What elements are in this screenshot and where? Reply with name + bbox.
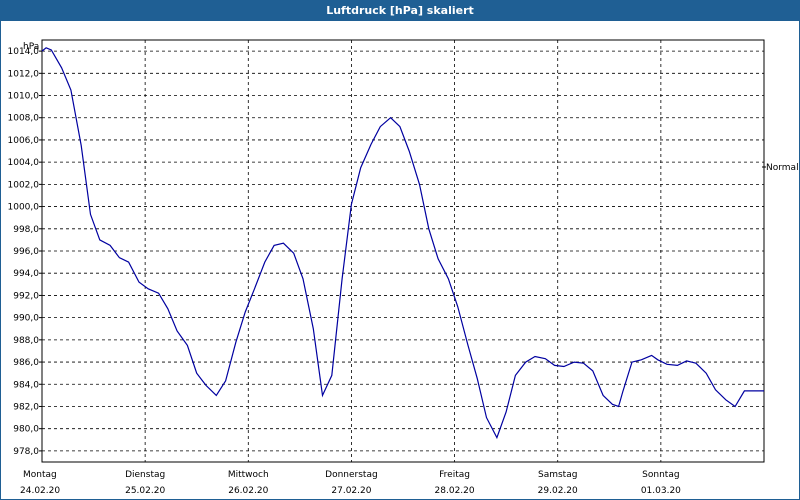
y-tick-label: 990,0 bbox=[13, 314, 39, 324]
day-date-label: 29.02.20 bbox=[538, 486, 578, 496]
y-tick-label: 1012,0 bbox=[8, 69, 40, 79]
y-tick-label: 984,0 bbox=[13, 380, 39, 390]
y-tick-label: 1004,0 bbox=[8, 158, 40, 168]
day-name-label: Dienstag bbox=[125, 470, 165, 480]
day-date-label: 26.02.20 bbox=[228, 486, 268, 496]
y-tick-label: 1000,0 bbox=[8, 203, 40, 213]
day-date-label: 01.03.20 bbox=[641, 486, 681, 496]
pressure-chart: 978,0 980,0 982,0 984,0 986,0 988,0 990,0 992,0… bbox=[8, 39, 799, 496]
day-name-label: Donnerstag bbox=[325, 470, 378, 480]
chart-window: Luftdruck [hPa] skaliert 978,0 980,0 982,0… bbox=[0, 0, 800, 500]
day-date-label: 27.02.20 bbox=[331, 486, 371, 496]
y-tick-label: 978,0 bbox=[13, 447, 39, 457]
day-name-label: Sonntag bbox=[642, 470, 679, 480]
y-tick-label: 998,0 bbox=[13, 225, 39, 235]
day-date-label: 28.02.20 bbox=[435, 486, 475, 496]
day-date-label: 25.02.20 bbox=[125, 486, 165, 496]
y-axis-unit: hPa bbox=[23, 42, 39, 52]
y-tick-label: 986,0 bbox=[13, 358, 39, 368]
y-tick-labels: 978,0 980,0 982,0 984,0 986,0 988,0 990,0 992,0… bbox=[8, 47, 40, 457]
x-day-labels: Montag 24.02.20 Dienstag 25.02.20 Mittwoch 26… bbox=[20, 470, 681, 496]
y-tick-label: 1010,0 bbox=[8, 92, 40, 102]
y-tick-label: 982,0 bbox=[13, 402, 39, 412]
normal-label: Normal bbox=[766, 163, 799, 173]
y-tick-label: 1006,0 bbox=[8, 136, 40, 146]
y-tick-label: 1008,0 bbox=[8, 114, 40, 124]
day-name-label: Mittwoch bbox=[228, 470, 269, 480]
y-tick-label: 992,0 bbox=[13, 291, 39, 301]
day-name-label: Samstag bbox=[538, 470, 577, 480]
y-tick-label: 1002,0 bbox=[8, 180, 40, 190]
y-tick-label: 980,0 bbox=[13, 425, 39, 435]
y-tick-label: 996,0 bbox=[13, 247, 39, 257]
y-tick-label: 988,0 bbox=[13, 336, 39, 346]
day-name-label: Montag bbox=[23, 470, 57, 480]
day-name-label: Freitag bbox=[439, 470, 470, 480]
day-date-label: 24.02.20 bbox=[20, 486, 60, 496]
y-tick-label: 994,0 bbox=[13, 269, 39, 279]
